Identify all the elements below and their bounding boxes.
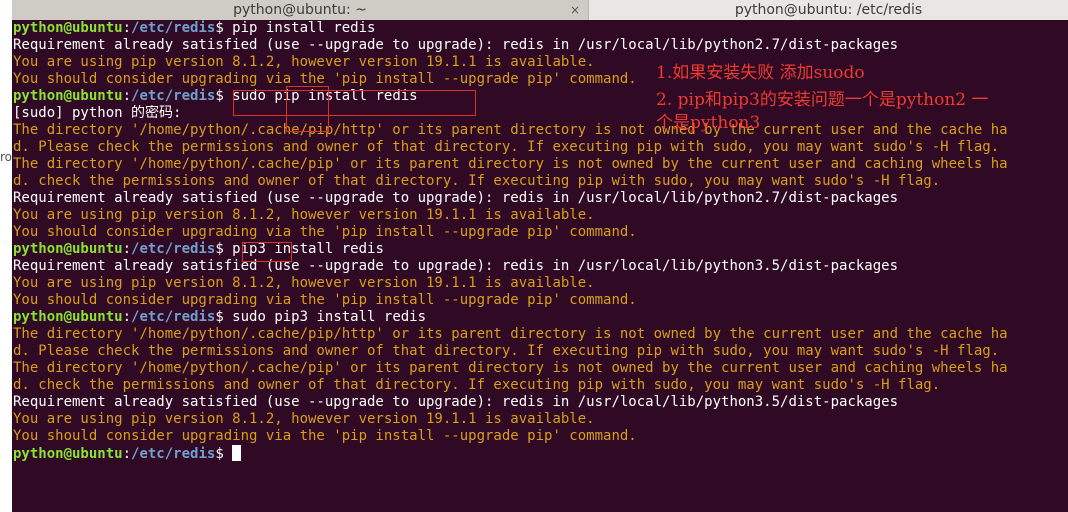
- terminal-cursor[interactable]: [232, 445, 242, 461]
- prompt-command: sudo pip install redis: [232, 88, 418, 104]
- terminal-prompt-line: python@ubuntu:/etc/redis$ sudo pip3 inst…: [13, 309, 1068, 326]
- prompt-command: pip install redis: [232, 20, 376, 36]
- terminal-warning-line: You are using pip version 8.1.2, however…: [13, 275, 595, 291]
- terminal-warning-line: The directory '/home/python/.cache/pip/h…: [13, 326, 1008, 342]
- terminal-warning-line: The directory '/home/python/.cache/pip' …: [13, 360, 1008, 376]
- prompt-path: /etc/redis: [131, 88, 216, 104]
- terminal-warning-line: You should consider upgrading via the 'p…: [13, 71, 637, 87]
- annotation-note-3: 个是python3: [656, 113, 761, 133]
- prompt-user: python@ubuntu: [13, 88, 123, 104]
- tab-etc-redis-title: python@ubuntu: /etc/redis: [734, 2, 923, 18]
- close-icon[interactable]: ×: [570, 0, 580, 20]
- annotation-note-2: 2. pip和pip3的安装问题一个是python2 一: [656, 90, 989, 110]
- terminal-tab-bar: python@ubuntu: ~ × python@ubuntu: /etc/r…: [12, 0, 1068, 20]
- terminal-output-line: Requirement already satisfied (use --upg…: [13, 37, 899, 53]
- prompt-command: pip3 install redis: [232, 241, 384, 257]
- prompt-user: python@ubuntu: [13, 446, 123, 462]
- terminal-warning-line: d. check the permissions and owner of th…: [13, 173, 941, 189]
- screenshot: ro python@ubuntu: ~ × python@ubuntu: /et…: [0, 0, 1068, 512]
- terminal-warning-line: The directory '/home/python/.cache/pip' …: [13, 156, 1008, 172]
- background-window-text: ro: [0, 150, 13, 164]
- terminal-warning-line: The directory '/home/python/.cache/pip/h…: [13, 122, 1008, 138]
- terminal-prompt-line: python@ubuntu:/etc/redis$ pip3 install r…: [13, 241, 1068, 258]
- terminal-output-line: Requirement already satisfied (use --upg…: [13, 394, 899, 410]
- annotation-note-1: 1.如果安装失败 添加suodo: [656, 63, 865, 83]
- prompt-path: /etc/redis: [131, 446, 216, 462]
- prompt-symbol: $: [215, 88, 233, 104]
- terminal-warning-line: You should consider upgrading via the 'p…: [13, 292, 637, 308]
- tab-home[interactable]: python@ubuntu: ~ ×: [12, 0, 589, 20]
- terminal-output-line: Requirement already satisfied (use --upg…: [13, 190, 899, 206]
- terminal-warning-line: You are using pip version 8.1.2, however…: [13, 207, 595, 223]
- prompt-symbol: $: [215, 241, 233, 257]
- terminal-warning-line: You are using pip version 8.1.2, however…: [13, 411, 595, 427]
- prompt-symbol: $: [215, 20, 233, 36]
- prompt-separator: :: [122, 241, 132, 257]
- terminal-prompt-line: python@ubuntu:/etc/redis$ pip install re…: [13, 20, 1068, 37]
- prompt-path: /etc/redis: [131, 20, 216, 36]
- tab-home-title: python@ubuntu: ~: [233, 2, 367, 18]
- prompt-path: /etc/redis: [131, 309, 216, 325]
- terminal-prompt-line: python@ubuntu:/etc/redis$: [13, 445, 1068, 462]
- prompt-symbol: $: [215, 446, 233, 462]
- terminal-warning-line: d. check the permissions and owner of th…: [13, 377, 941, 393]
- prompt-separator: :: [122, 88, 132, 104]
- terminal-warning-line: You should consider upgrading via the 'p…: [13, 428, 637, 444]
- prompt-separator: :: [122, 20, 132, 36]
- terminal-warning-line: d. Please check the permissions and owne…: [13, 139, 1000, 155]
- terminal-output-line: Requirement already satisfied (use --upg…: [13, 258, 899, 274]
- prompt-symbol: $: [215, 309, 233, 325]
- prompt-user: python@ubuntu: [13, 309, 123, 325]
- prompt-separator: :: [122, 309, 132, 325]
- tab-etc-redis[interactable]: python@ubuntu: /etc/redis: [589, 0, 1068, 20]
- prompt-command: sudo pip3 install redis: [232, 309, 427, 325]
- prompt-path: /etc/redis: [131, 241, 216, 257]
- terminal-warning-line: d. Please check the permissions and owne…: [13, 343, 1000, 359]
- prompt-separator: :: [122, 446, 132, 462]
- prompt-user: python@ubuntu: [13, 20, 123, 36]
- terminal-warning-line: You are using pip version 8.1.2, however…: [13, 54, 595, 70]
- prompt-user: python@ubuntu: [13, 241, 123, 257]
- terminal-warning-line: You should consider upgrading via the 'p…: [13, 224, 637, 240]
